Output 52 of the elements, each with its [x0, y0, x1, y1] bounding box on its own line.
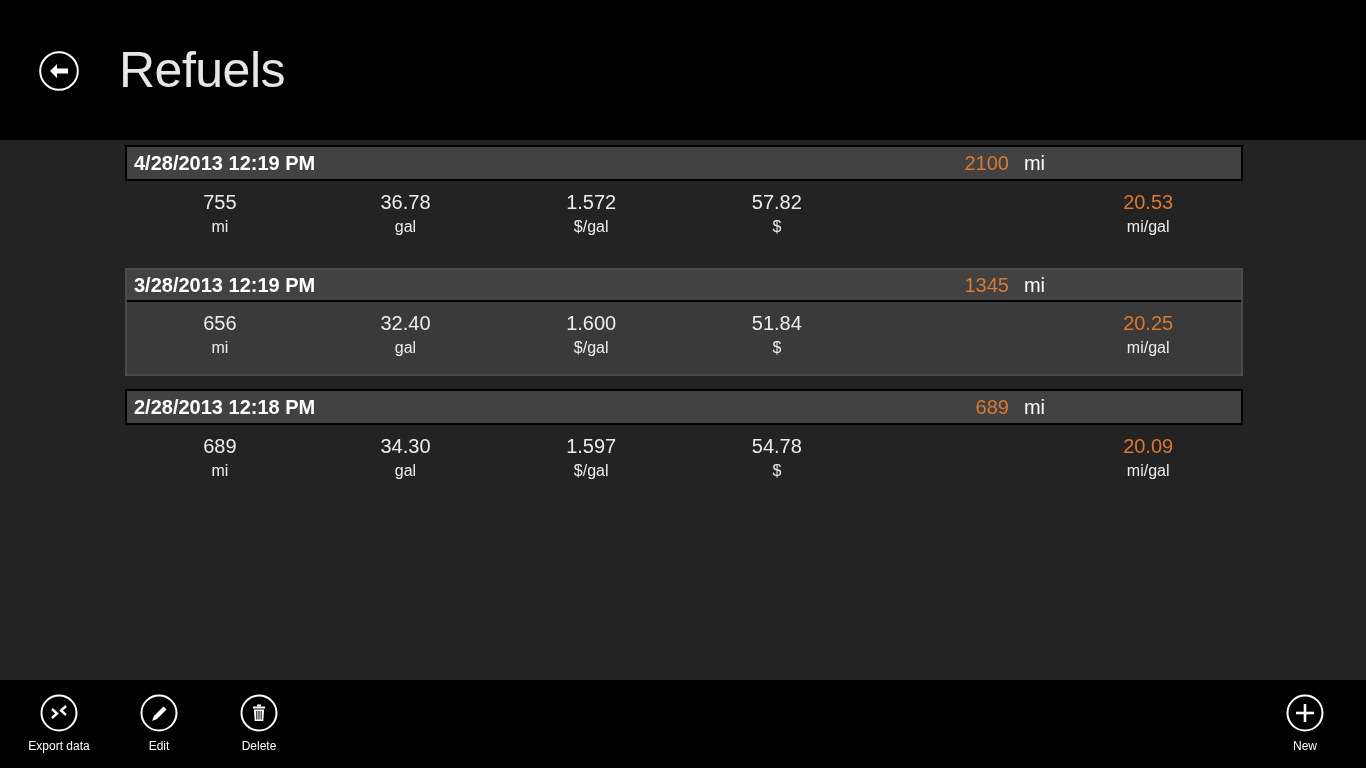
efficiency-value: 20.53	[1123, 190, 1174, 214]
stat-value: 656	[203, 311, 237, 335]
odometer-reading: 2100	[964, 151, 1009, 175]
stat-unit: $	[772, 338, 782, 358]
page-title: Refuels	[119, 41, 286, 100]
refuel-date: 4/28/2013 12:19 PM	[134, 151, 316, 175]
efficiency-value: 20.09	[1123, 434, 1174, 458]
stat-value: 34.30	[380, 434, 431, 458]
efficiency-unit: mi/gal	[1126, 338, 1170, 358]
efficiency-unit: mi/gal	[1126, 217, 1170, 237]
refuel-date: 2/28/2013 12:18 PM	[134, 395, 316, 419]
plus-in-circle-icon	[1286, 694, 1324, 732]
odometer-unit: mi	[1023, 151, 1045, 175]
stat-unit: $/gal	[573, 461, 609, 481]
stat-value: 36.78	[380, 190, 431, 214]
stat-value: 32.40	[380, 311, 431, 335]
app-bar-button[interactable]: New	[1255, 680, 1355, 768]
stat-unit: mi	[211, 461, 229, 481]
stat-unit: $	[772, 217, 782, 237]
stat-unit: $/gal	[573, 338, 609, 358]
stat-value: 57.82	[751, 190, 802, 214]
stat-value: 51.84	[751, 311, 802, 335]
arrows-in-circle-icon	[40, 694, 78, 732]
stat-value: 689	[203, 434, 237, 458]
efficiency-unit: mi/gal	[1126, 461, 1170, 481]
stat-value: 54.78	[751, 434, 802, 458]
stat-unit: $/gal	[573, 217, 609, 237]
odometer-unit: mi	[1023, 273, 1045, 297]
refuel-date: 3/28/2013 12:19 PM	[134, 273, 316, 297]
stat-unit: $	[772, 461, 782, 481]
stat-value: 1.572	[566, 190, 617, 214]
stat-value: 1.597	[566, 434, 617, 458]
stat-unit: gal	[394, 338, 417, 358]
trash-can-in-circle-icon	[240, 694, 278, 732]
app-bar-button[interactable]: Export data	[9, 680, 109, 768]
odometer-unit: mi	[1023, 395, 1045, 419]
refuel-entry[interactable]: 2/28/2013 12:18 PM 689 mi 689 mi 34.30 gal 1.597 $/gal 54.78 $ 20.09 mi/gal	[125, 389, 1243, 499]
odometer-reading: 689	[975, 395, 1009, 419]
stat-unit: gal	[394, 217, 417, 237]
pencil-in-circle-icon	[140, 694, 178, 732]
refuel-entry[interactable]: 3/28/2013 12:19 PM 1345 mi 656 mi 32.40 gal 1.600 $/gal 51.84 $ 20.25 mi/gal	[125, 268, 1243, 376]
refuel-entry[interactable]: 4/28/2013 12:19 PM 2100 mi 755 mi 36.78 gal 1.572 $/gal 57.82 $ 20.53 mi/gal	[125, 145, 1243, 255]
back-button[interactable]	[39, 51, 79, 91]
stat-value: 755	[203, 190, 237, 214]
stat-unit: gal	[394, 461, 417, 481]
app-bar-button[interactable]: Delete	[209, 680, 309, 768]
stat-unit: mi	[211, 217, 229, 237]
efficiency-value: 20.25	[1123, 311, 1174, 335]
stat-value: 1.600	[566, 311, 617, 335]
odometer-reading: 1345	[964, 273, 1009, 297]
stat-unit: mi	[211, 338, 229, 358]
app-bar-button[interactable]: Edit	[109, 680, 209, 768]
